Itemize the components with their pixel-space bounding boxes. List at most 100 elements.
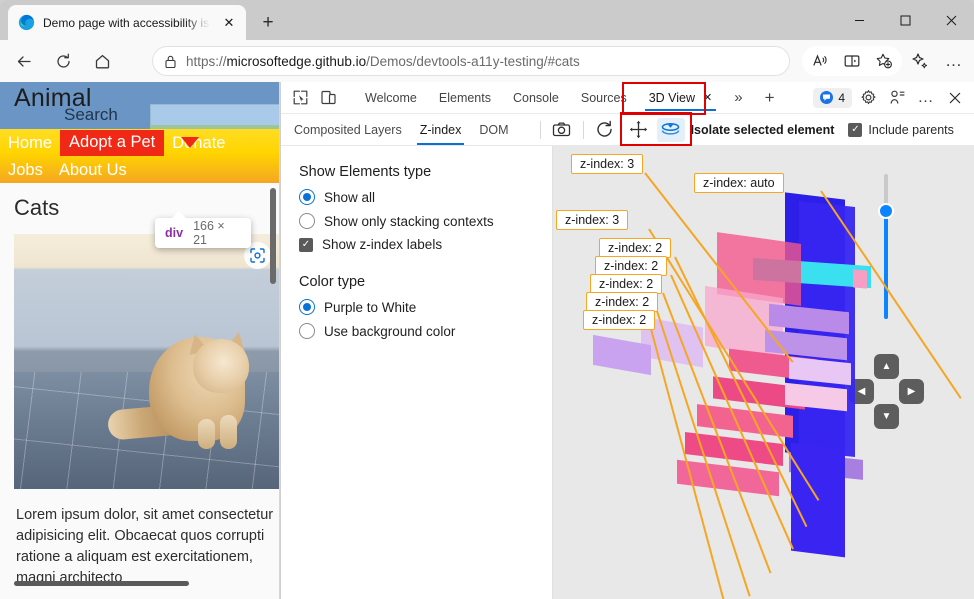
- cat-figure: [106, 324, 251, 449]
- site-nav: Home Adopt a Pet Donate Jobs About Us: [0, 129, 280, 183]
- devtools-more-icon[interactable]: …: [913, 86, 939, 110]
- tab-welcome[interactable]: Welcome: [355, 83, 427, 113]
- show-z-index-labels-label: Show z-index labels: [322, 237, 443, 252]
- nav-item-jobs[interactable]: Jobs: [0, 161, 51, 180]
- show-z-index-labels-checkbox[interactable]: ✓: [299, 237, 313, 252]
- depth-slider-fill: [884, 216, 888, 319]
- back-button[interactable]: [9, 46, 39, 76]
- minimize-button[interactable]: [836, 0, 882, 40]
- 3d-view-canvas[interactable]: z-index: 3 z-index: auto z-index: 3 z-in…: [553, 146, 974, 599]
- tab-3d-view[interactable]: 3D View ✕: [639, 83, 723, 113]
- tab-elements[interactable]: Elements: [429, 83, 501, 113]
- z-index-label-4: z-index: 2: [599, 238, 672, 258]
- include-parents-control[interactable]: ✓ Include parents: [848, 122, 954, 137]
- reload-button[interactable]: [48, 46, 78, 76]
- split-screen-icon[interactable]: [836, 46, 868, 76]
- close-window-button[interactable]: [928, 0, 974, 40]
- camera-icon[interactable]: [548, 118, 576, 142]
- radio-show-all-input[interactable]: [299, 189, 315, 205]
- nav-item-home[interactable]: Home: [0, 134, 60, 153]
- radio-show-stacking-contexts-input[interactable]: [299, 213, 315, 229]
- isolate-selected-element-label: Isolate selected element: [690, 122, 835, 137]
- layer-pink-small-right: [853, 269, 867, 289]
- devtools-panel: Welcome Elements Console Sources 3D View…: [280, 82, 974, 599]
- z-index-label-7: z-index: 2: [586, 292, 659, 312]
- nav-item-adopt-a-pet[interactable]: Adopt a Pet: [60, 130, 165, 156]
- page-vertical-scrollbar[interactable]: [270, 188, 276, 284]
- page-viewport: Animal Search Home Adopt a Pet Donate Jo…: [0, 82, 280, 599]
- address-bar[interactable]: https://microsoftedge.github.io/Demos/de…: [152, 46, 790, 76]
- checkbox-show-z-index-labels[interactable]: ✓ Show z-index labels: [299, 237, 552, 252]
- read-aloud-icon[interactable]: [804, 46, 836, 76]
- gear-icon[interactable]: [855, 86, 881, 110]
- issues-badge[interactable]: 4: [813, 87, 852, 108]
- more-tabs-button[interactable]: »: [724, 83, 752, 113]
- subtab-dom[interactable]: DOM: [470, 114, 517, 145]
- search-label: Search: [64, 105, 118, 124]
- browser-tab[interactable]: Demo page with accessibility iss ✕: [8, 5, 246, 40]
- rotate-icon[interactable]: [656, 117, 685, 142]
- tab-console[interactable]: Console: [503, 83, 569, 113]
- inspector-tooltip: div 166 × 21: [155, 218, 251, 248]
- horizontal-scrollbar[interactable]: [14, 581, 189, 586]
- add-favorite-icon[interactable]: [868, 46, 900, 76]
- radio-purple-to-white-label: Purple to White: [324, 299, 417, 315]
- radio-use-background-color-input[interactable]: [299, 323, 315, 339]
- tooltip-tag-name: div: [165, 226, 184, 240]
- cat-head: [193, 339, 249, 393]
- new-tab-button[interactable]: +: [254, 9, 282, 37]
- devtools-close-icon[interactable]: [942, 86, 968, 110]
- include-parents-checkbox[interactable]: ✓: [848, 122, 863, 137]
- window-controls: [836, 0, 974, 40]
- lock-icon: [165, 55, 176, 68]
- reset-view-icon[interactable]: [591, 118, 619, 142]
- titlebar: Demo page with accessibility iss ✕ +: [0, 0, 974, 40]
- radio-use-background-color-label: Use background color: [324, 323, 456, 339]
- browser-more-icon[interactable]: …: [938, 46, 970, 76]
- copilot-icon[interactable]: [904, 46, 936, 76]
- z-index-label-6: z-index: 2: [590, 274, 663, 294]
- subtab-z-index[interactable]: Z-index: [411, 114, 471, 145]
- devtools-subtabbar: Composited Layers Z-index DOM Isolate se…: [281, 114, 974, 146]
- home-button[interactable]: [87, 46, 117, 76]
- edge-logo-icon: [18, 14, 35, 31]
- tab-sources[interactable]: Sources: [571, 83, 637, 113]
- cat-photo: [14, 234, 279, 489]
- depth-slider-thumb[interactable]: [878, 203, 894, 219]
- toolbar-pill-group: [802, 46, 902, 76]
- radio-purple-to-white-input[interactable]: [299, 299, 315, 315]
- tab-3d-view-label: 3D View: [648, 90, 696, 105]
- search-input[interactable]: [150, 104, 280, 126]
- radio-purple-to-white[interactable]: Purple to White: [299, 299, 552, 315]
- radio-use-background-color[interactable]: Use background color: [299, 323, 552, 339]
- z-index-label-2: z-index: auto: [694, 173, 784, 193]
- site-header: Animal Search: [0, 82, 280, 135]
- inspector-pointer-icon: [181, 137, 199, 148]
- pan-icon[interactable]: [625, 118, 653, 142]
- inspect-element-icon[interactable]: [287, 86, 313, 110]
- toolbar-divider: [539, 120, 541, 139]
- pan-down-button[interactable]: ▼: [874, 404, 899, 429]
- url-text: https://microsoftedge.github.io/Demos/de…: [186, 53, 580, 69]
- maximize-button[interactable]: [882, 0, 928, 40]
- tab-3d-view-close-icon[interactable]: ✕: [703, 91, 712, 104]
- pan-right-button[interactable]: ▶: [899, 379, 924, 404]
- devtools-tabbar-actions: 4 …: [813, 86, 974, 110]
- browser-window: Demo page with accessibility iss ✕ + htt…: [0, 0, 974, 599]
- color-type-title: Color type: [299, 274, 366, 290]
- tab-close-icon[interactable]: ✕: [218, 12, 240, 34]
- radio-show-all[interactable]: Show all: [299, 189, 552, 205]
- z-index-label-3: z-index: 3: [556, 210, 629, 230]
- page-paragraph: Lorem ipsum dolor, sit amet consectetur …: [16, 507, 274, 586]
- pan-up-button[interactable]: ▲: [874, 354, 899, 379]
- add-tab-button[interactable]: +: [755, 83, 785, 113]
- subtab-composited-layers[interactable]: Composited Layers: [285, 114, 411, 145]
- toolbar-right-actions: …: [802, 46, 970, 76]
- tooltip-dimensions: 166 × 21: [193, 219, 225, 247]
- tab-active-underline: [644, 108, 717, 111]
- options-gap: [299, 260, 552, 274]
- device-toolbar-icon[interactable]: [315, 86, 341, 110]
- customize-devtools-icon[interactable]: [884, 86, 910, 110]
- nav-item-about-us[interactable]: About Us: [51, 161, 135, 180]
- radio-show-stacking-contexts[interactable]: Show only stacking contexts: [299, 213, 552, 229]
